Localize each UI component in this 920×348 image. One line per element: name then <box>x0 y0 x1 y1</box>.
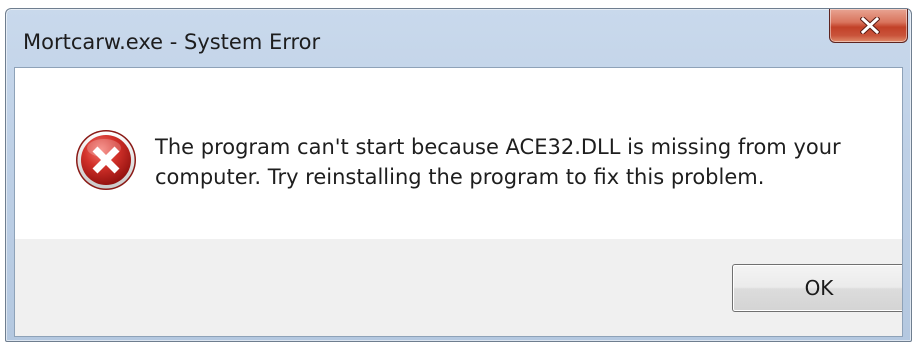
close-icon <box>860 17 880 34</box>
error-icon <box>76 130 136 190</box>
button-area: OK <box>15 239 902 336</box>
error-message-line-2: computer. Try reinstalling the program t… <box>155 165 765 189</box>
error-message: The program can't start because ACE32.DL… <box>155 132 885 192</box>
message-area: The program can't start because ACE32.DL… <box>15 68 902 239</box>
window-title: Mortcarw.exe - System Error <box>23 30 321 54</box>
ok-button[interactable]: OK <box>732 264 902 312</box>
error-message-line-1: The program can't start because ACE32.DL… <box>155 135 841 159</box>
dialog-client-area: The program can't start because ACE32.DL… <box>14 67 903 337</box>
close-button[interactable] <box>829 9 908 43</box>
system-error-dialog: Mortcarw.exe - System Error The program … <box>5 8 912 342</box>
